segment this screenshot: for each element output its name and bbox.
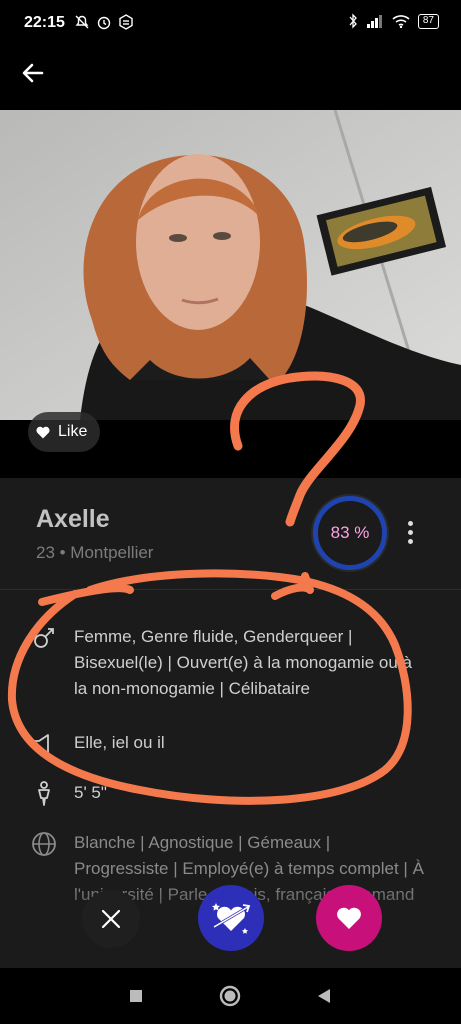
like-label: Like xyxy=(58,423,88,440)
back-nav-button[interactable] xyxy=(310,982,338,1010)
back-button[interactable] xyxy=(18,58,48,88)
system-nav-bar xyxy=(0,968,461,1024)
signal-icon xyxy=(366,15,382,28)
detail-text: Elle, iel ou il xyxy=(74,733,165,752)
home-button[interactable] xyxy=(216,982,244,1010)
status-left-icons xyxy=(74,14,134,30)
profile-name: Axelle xyxy=(36,505,110,533)
status-right-icons: 87 xyxy=(348,13,439,29)
pass-button[interactable] xyxy=(82,890,140,948)
globe-icon xyxy=(32,832,56,856)
square-icon xyxy=(130,990,142,1002)
person-height-icon xyxy=(38,781,50,806)
detail-row-pronouns: Elle, iel ou il xyxy=(30,730,429,758)
triangle-back-icon xyxy=(318,989,330,1003)
gender-icon xyxy=(33,628,54,648)
profile-photo-image xyxy=(0,110,461,420)
circle-icon xyxy=(219,985,241,1007)
more-dot-icon xyxy=(407,520,413,526)
wifi-icon xyxy=(392,15,410,28)
more-dot-icon xyxy=(407,538,413,544)
heart-icon xyxy=(36,426,50,438)
status-bar: 22:15 87 xyxy=(0,0,461,48)
match-percentage: 83 % xyxy=(330,523,370,542)
more-dot-icon xyxy=(407,529,413,535)
detail-row-height: 5' 5" xyxy=(30,780,429,808)
arrow-left-icon xyxy=(22,63,44,83)
close-icon xyxy=(101,909,121,929)
divider xyxy=(0,589,461,590)
status-time: 22:15 xyxy=(24,14,65,31)
megaphone-icon xyxy=(33,734,49,754)
detail-row-identity: Femme, Genre fluide, Genderqueer | Bisex… xyxy=(30,624,429,702)
superlike-button[interactable] xyxy=(198,885,264,951)
like-button[interactable] xyxy=(316,885,382,951)
mute-icon xyxy=(75,15,89,29)
like-photo-button[interactable]: Like xyxy=(28,412,100,452)
battery-indicator: 87 xyxy=(417,13,439,29)
heart-icon xyxy=(337,907,361,929)
profile-age-location: 23 • Montpellier xyxy=(36,543,154,562)
heart-arrow-icon xyxy=(212,903,251,934)
recent-apps-button[interactable] xyxy=(122,982,150,1010)
profile-photo[interactable] xyxy=(0,110,461,420)
detail-text: 5' 5" xyxy=(74,783,107,802)
detail-text: Femme, Genre fluide, Genderqueer | Bisex… xyxy=(74,627,412,698)
app-notification-icon xyxy=(119,14,133,30)
bluetooth-icon xyxy=(349,13,357,29)
alarm-icon xyxy=(97,16,111,30)
match-percentage-badge[interactable]: 83 % xyxy=(313,496,387,570)
more-options-button[interactable] xyxy=(398,514,422,550)
